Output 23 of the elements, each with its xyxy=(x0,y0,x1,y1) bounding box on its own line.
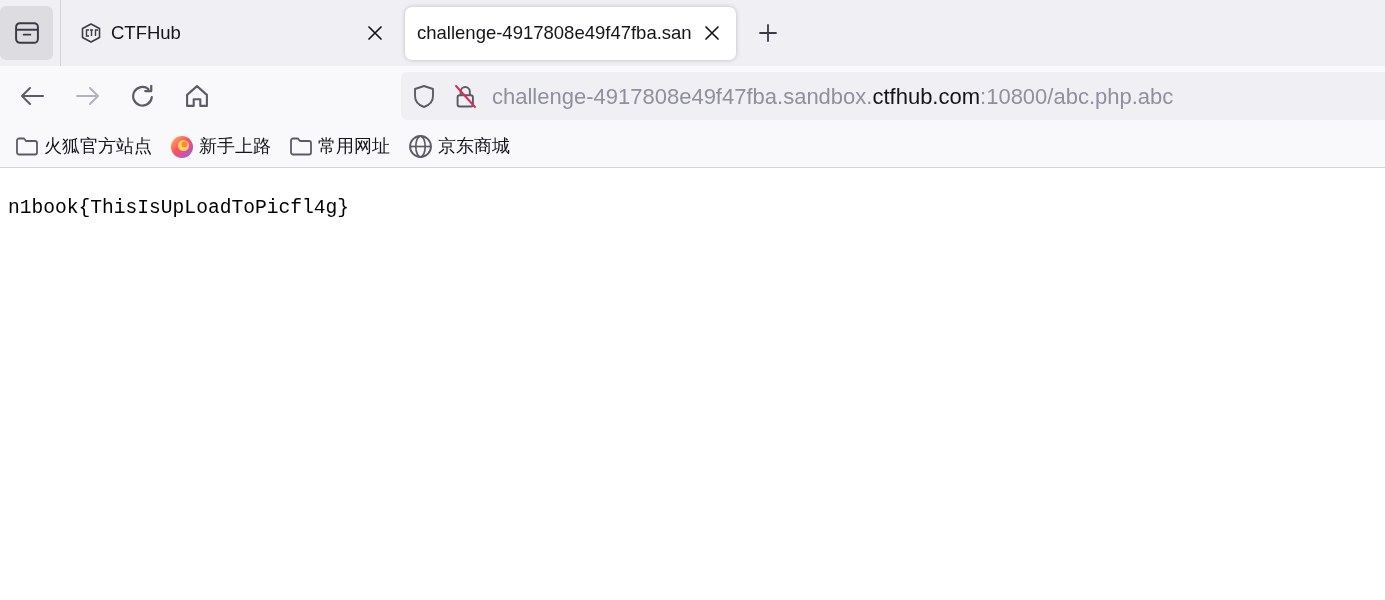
close-icon[interactable] xyxy=(368,26,382,40)
browser-tab[interactable]: CTFHub xyxy=(62,6,396,60)
plus-icon[interactable] xyxy=(759,24,777,42)
back-arrow-icon[interactable] xyxy=(20,86,44,106)
home-icon[interactable] xyxy=(186,85,208,107)
address-bar[interactable]: challenge-4917808e49f47fba.sandbox.ctfhub.com:10800/abc.php.abc xyxy=(401,72,1385,120)
bookmark-item[interactable]: 京东商城 xyxy=(409,133,510,160)
globe-icon xyxy=(409,135,432,158)
tab-list-button[interactable] xyxy=(0,6,53,60)
round-logo-icon xyxy=(171,135,193,158)
bookmark-item[interactable]: 常用网址 xyxy=(290,133,390,160)
shield-icon[interactable] xyxy=(413,84,435,108)
crossed-lock-icon[interactable] xyxy=(455,84,476,108)
folder-icon xyxy=(16,137,38,156)
reload-icon[interactable] xyxy=(132,85,154,107)
bookmark-item[interactable]: 火狐官方站点 xyxy=(16,133,152,160)
browser-tab[interactable]: challenge-4917808e49f47fba.san xyxy=(405,6,736,60)
hexagon-logo-icon xyxy=(81,23,101,43)
page-text: n1book{ThisIsUpLoadToPicfl4g} xyxy=(8,197,349,221)
tray-icon xyxy=(14,22,39,44)
bookmark-item[interactable]: 新手上路 xyxy=(171,133,271,160)
folder-icon xyxy=(290,137,312,156)
close-icon[interactable] xyxy=(705,26,719,40)
